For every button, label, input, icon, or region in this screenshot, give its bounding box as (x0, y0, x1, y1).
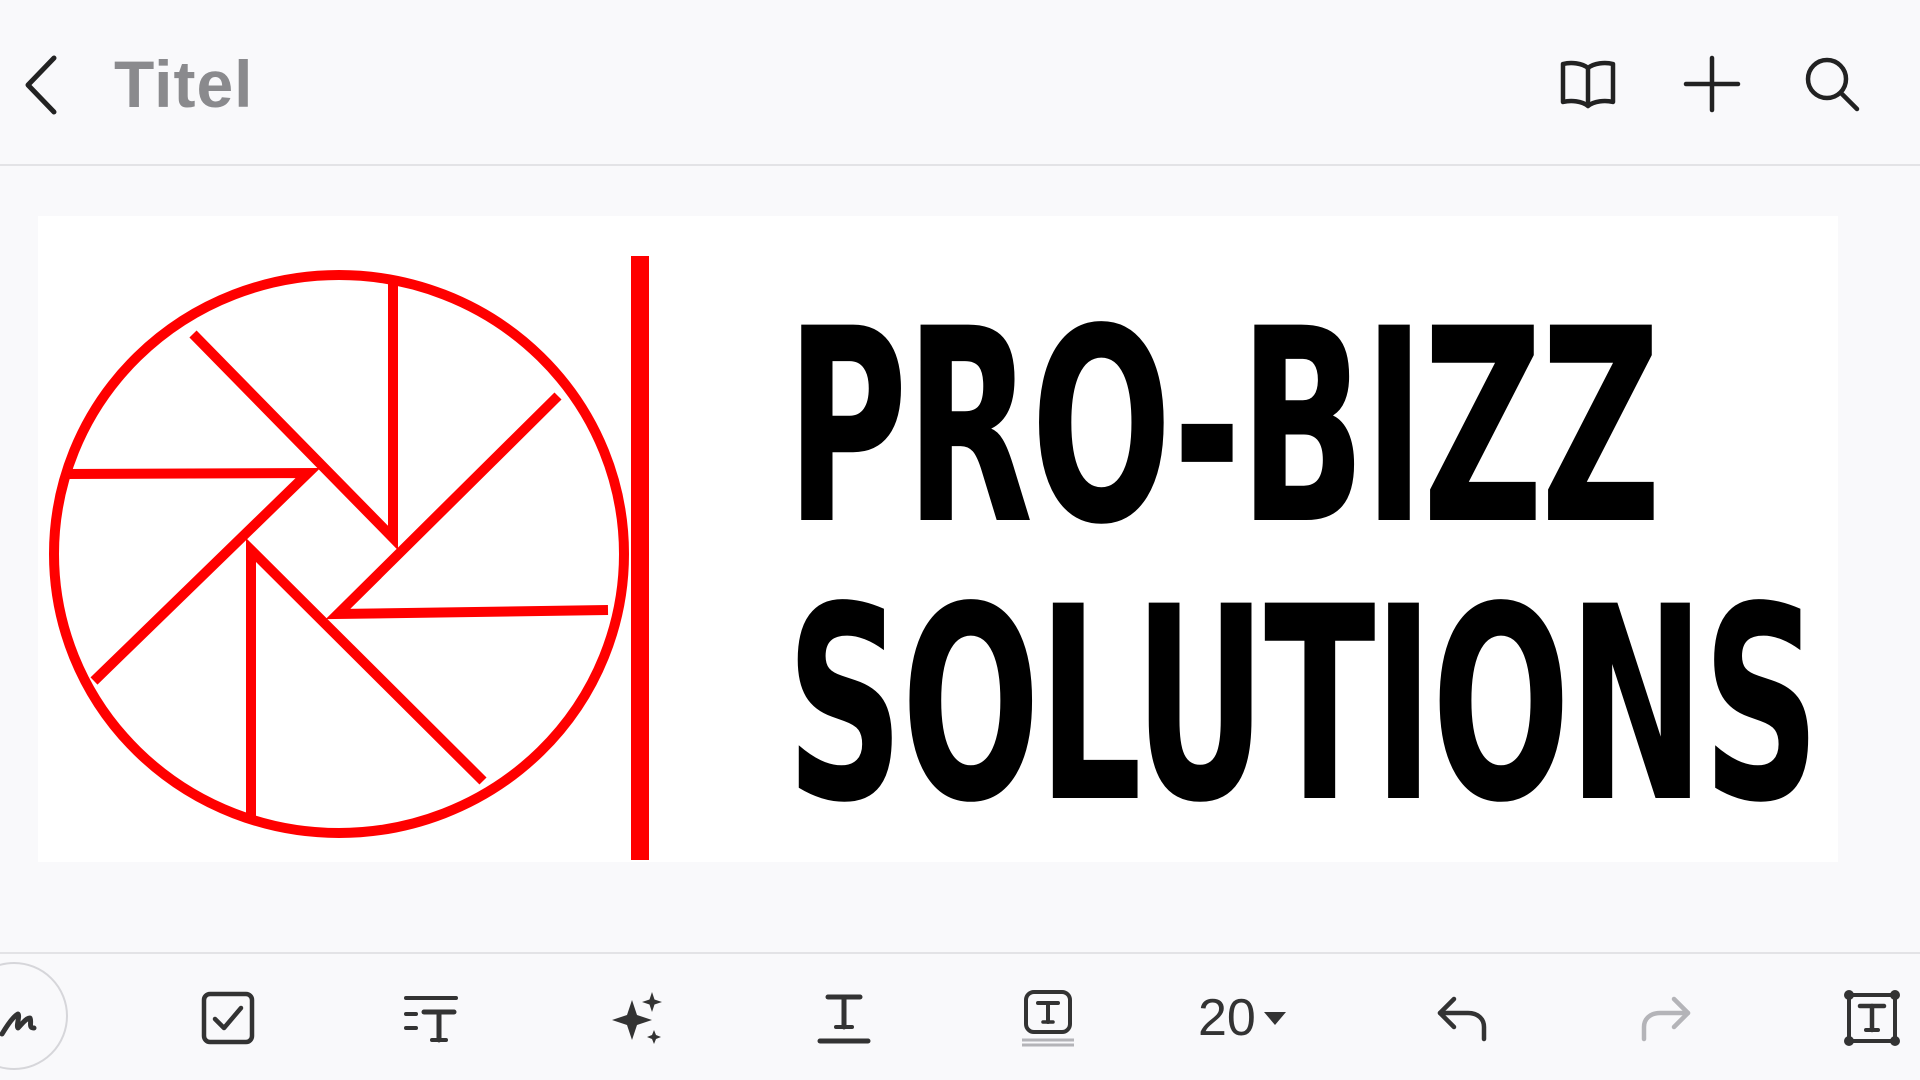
add-button[interactable] (1676, 48, 1748, 120)
camera-shutter-icon (49, 256, 649, 860)
text-style-icon (404, 996, 458, 1043)
text-frame-icon (1844, 990, 1900, 1046)
logo-image[interactable]: PRO-BIZZ SOLUTIONS (38, 216, 1838, 862)
plus-icon (1683, 55, 1741, 113)
book-icon (1560, 60, 1616, 109)
top-bar: Titel (0, 0, 1920, 166)
text-style-button[interactable] (388, 974, 476, 1062)
font-size-dropdown[interactable]: 20 (1198, 978, 1288, 1058)
chevron-left-icon (25, 55, 57, 115)
caret-down-icon (1263, 1012, 1286, 1025)
text-box-button[interactable] (1004, 974, 1092, 1062)
page-title: Titel (114, 47, 254, 121)
undo-icon (1437, 996, 1487, 1042)
logo-line-1: PRO-BIZZ (786, 272, 1661, 584)
text-frame-button[interactable] (1828, 974, 1916, 1062)
checklist-button[interactable] (184, 974, 272, 1062)
text-box-icon (1022, 990, 1074, 1047)
logo-line-2: SOLUTIONS (786, 550, 1820, 862)
ai-assist-button[interactable] (594, 974, 682, 1062)
pen-tool-button[interactable] (0, 962, 68, 1070)
search-icon (1805, 57, 1860, 112)
reader-view-button[interactable] (1552, 48, 1624, 120)
checkbox-icon (201, 991, 255, 1045)
app-window: Titel PRO-BIZZ SOLUTIONS 20 (0, 0, 1920, 1080)
search-button[interactable] (1796, 48, 1868, 120)
redo-icon (1641, 996, 1691, 1042)
back-button[interactable] (14, 50, 70, 120)
text-format-button[interactable] (800, 974, 888, 1062)
underline-text-icon (817, 994, 871, 1044)
bottom-toolbar: 20 (0, 952, 1920, 1080)
pen-icon (0, 1011, 37, 1037)
document-canvas[interactable]: PRO-BIZZ SOLUTIONS (0, 166, 1920, 952)
undo-button[interactable] (1418, 974, 1506, 1062)
font-size-value: 20 (1198, 989, 1256, 1047)
sparkles-icon (612, 992, 662, 1044)
redo-button[interactable] (1622, 974, 1710, 1062)
